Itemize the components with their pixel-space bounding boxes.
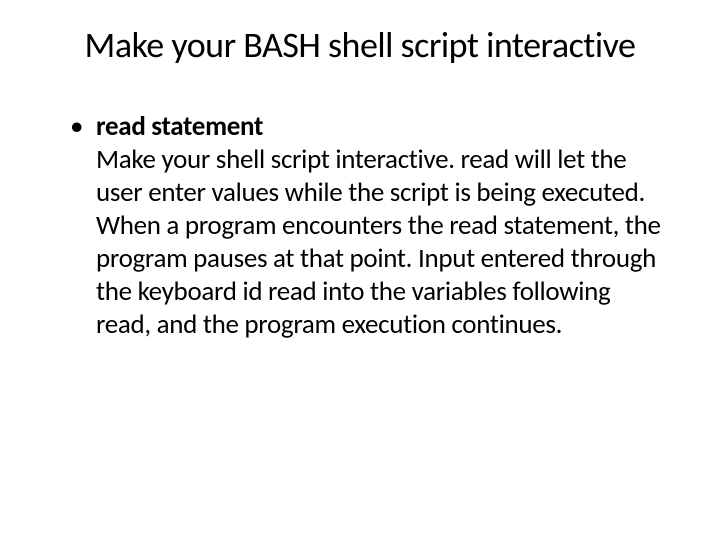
slide-title: Make your BASH shell script interactive: [50, 25, 670, 66]
bullet-item: read statement Make your shell script in…: [70, 111, 670, 342]
bullet-body: Make your shell script interactive. read…: [96, 143, 661, 341]
bullet-heading: read statement: [96, 110, 263, 143]
bullet-list: read statement Make your shell script in…: [50, 111, 670, 342]
